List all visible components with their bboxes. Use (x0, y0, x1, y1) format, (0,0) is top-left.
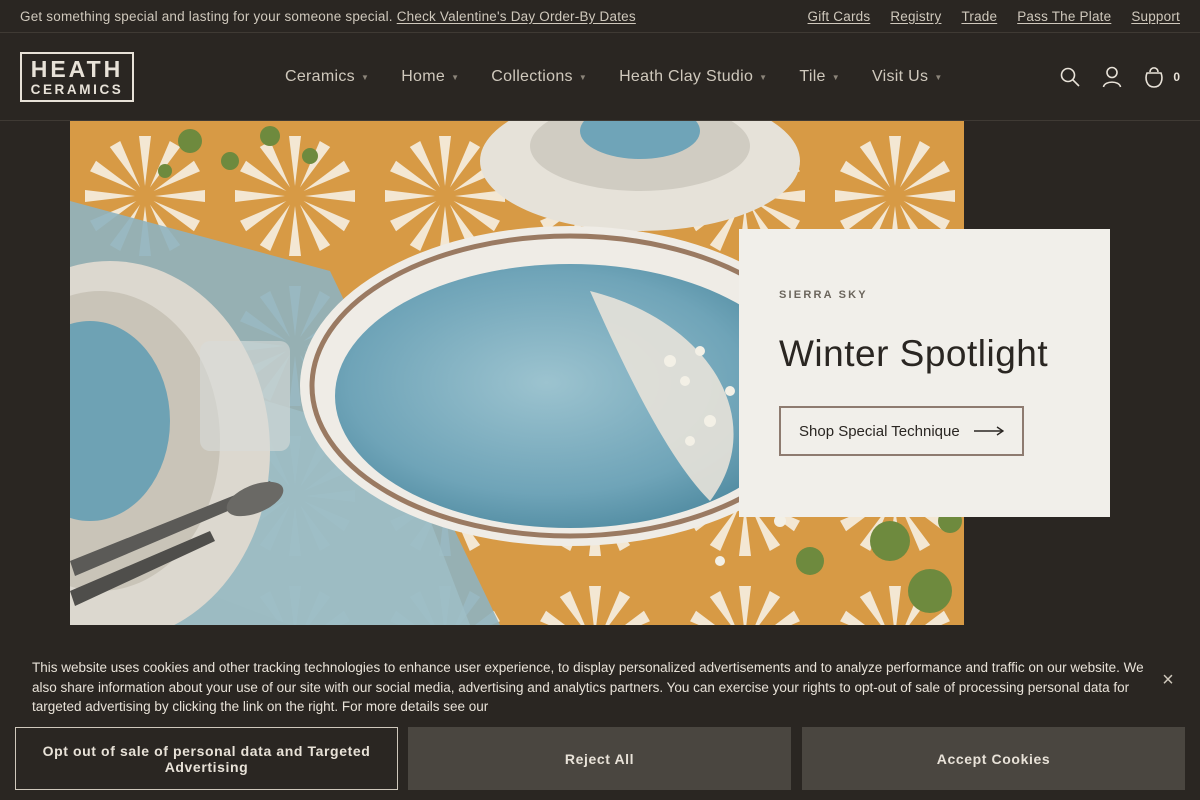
hero-card: SIERRA SKY Winter Spotlight Shop Special… (739, 229, 1110, 517)
nav-home[interactable]: Home ▼ (401, 68, 459, 86)
nav-visit-us[interactable]: Visit Us ▼ (872, 68, 943, 86)
trade-link[interactable]: Trade (961, 9, 997, 24)
shop-special-technique-button[interactable]: Shop Special Technique (779, 406, 1024, 456)
main-nav: Ceramics ▼ Home ▼ Collections ▼ Heath Clay … (285, 34, 975, 120)
reject-all-button[interactable]: Reject All (408, 727, 791, 790)
registry-link[interactable]: Registry (890, 9, 941, 24)
accept-cookies-button[interactable]: Accept Cookies (802, 727, 1185, 790)
caret-down-icon: ▼ (831, 72, 840, 82)
gift-cards-link[interactable]: Gift Cards (808, 9, 871, 24)
header-icons: 0 (1059, 34, 1180, 120)
opt-out-button[interactable]: Opt out of sale of personal data and Tar… (15, 727, 398, 790)
valentines-order-link[interactable]: Check Valentine's Day Order-By Dates (397, 9, 636, 24)
nav-tile[interactable]: Tile ▼ (799, 68, 840, 86)
nav-label: Ceramics (285, 68, 355, 85)
cart-count: 0 (1173, 70, 1180, 84)
caret-down-icon: ▼ (934, 72, 943, 82)
announcement-bar: Get something special and lasting for yo… (0, 0, 1200, 33)
caret-down-icon: ▼ (578, 72, 588, 82)
caret-down-icon: ▼ (451, 72, 460, 82)
support-link[interactable]: Support (1131, 9, 1180, 24)
cart-icon[interactable] (1143, 66, 1165, 88)
caret-down-icon: ▼ (360, 72, 370, 82)
nav-label: Collections (491, 68, 573, 85)
pass-the-plate-link[interactable]: Pass The Plate (1017, 9, 1111, 24)
heath-ceramics-logo[interactable]: HEATH CERAMICS (20, 52, 134, 102)
utility-links: Gift Cards Registry Trade Pass The Plate… (808, 9, 1180, 24)
nav-heath-clay-studio[interactable]: Heath Clay Studio ▼ (619, 68, 767, 86)
promo-text: Get something special and lasting for yo… (20, 8, 393, 24)
nav-label: Tile (799, 68, 826, 85)
nav-label: Home (401, 68, 446, 85)
nav-ceramics[interactable]: Ceramics ▼ (285, 68, 369, 86)
promo-message: Get something special and lasting for yo… (20, 9, 636, 24)
search-icon[interactable] (1059, 66, 1081, 88)
account-icon[interactable] (1101, 66, 1123, 88)
cta-label: Shop Special Technique (799, 422, 960, 440)
hero-eyebrow: SIERRA SKY (779, 289, 868, 301)
close-icon[interactable]: × (1158, 670, 1178, 690)
site-header: HEATH CERAMICS Ceramics ▼ Home ▼ Collectio… (0, 34, 1200, 121)
caret-down-icon: ▼ (759, 72, 768, 82)
nav-collections[interactable]: Collections ▼ (491, 68, 587, 86)
arrow-right-icon (973, 423, 1004, 440)
cookie-text: This website uses cookies and other trac… (32, 660, 1144, 714)
nav-label: Heath Clay Studio (619, 68, 754, 85)
logo-line-1: HEATH (30, 55, 124, 82)
cookie-banner: This website uses cookies and other trac… (0, 644, 1200, 800)
nav-label: Visit Us (871, 68, 929, 85)
hero-title: Winter Spotlight (779, 333, 1049, 374)
logo-line-2: CERAMICS (30, 81, 124, 97)
